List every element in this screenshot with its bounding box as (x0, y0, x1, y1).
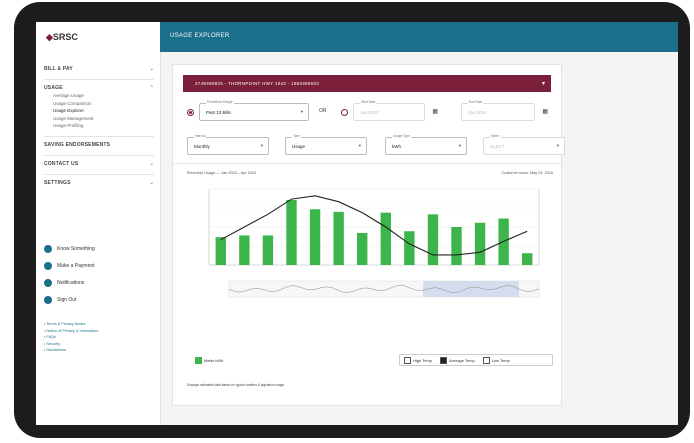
checkbox-icon (404, 356, 411, 364)
calendar-icon[interactable]: ▦ (542, 108, 548, 115)
app-screen: ◆SRSC BILL & PAY ⌄ USAGE ⌃ Average Usage U… (36, 22, 678, 425)
info-icon (44, 244, 52, 253)
sidebar-subitem-average-usage[interactable]: Average Usage (44, 93, 154, 101)
legend-average-temp[interactable]: Average Temp (440, 356, 475, 364)
bar (474, 222, 486, 265)
calendar-icon[interactable]: ▦ (432, 108, 438, 115)
sign-out-icon (44, 295, 52, 304)
bar (286, 199, 297, 265)
bar (522, 253, 533, 265)
predefined-range-select[interactable]: Predefined Range Past 13 Bills ▾ (199, 100, 309, 121)
temperature-legend: High Temp Average Temp Low Temp (399, 354, 553, 366)
sidebar-subitem-usage-comparison[interactable]: Usage Comparison (44, 101, 154, 109)
bar (239, 235, 250, 265)
link-disclaimers[interactable]: • Disclaimers (44, 348, 99, 355)
bar (404, 231, 415, 265)
range-radio[interactable] (187, 109, 194, 116)
sidebar-links: • Terms & Privacy Notice • Notice of Pri… (44, 322, 99, 355)
chevron-down-icon: ▾ (260, 143, 263, 148)
end-date-field[interactable]: End Date Jan 2024 ▦ (461, 100, 548, 121)
usage-type-select[interactable]: Usage Type kWh ▾ (385, 134, 467, 155)
checkbox-icon (482, 356, 490, 364)
range-navigator-selection (423, 281, 519, 297)
legend-high-temp[interactable]: High Temp (404, 356, 432, 364)
sidebar: ◆SRSC BILL & PAY ⌄ USAGE ⌃ Average Usage U… (36, 22, 161, 425)
legend-low-temp[interactable]: Low Temp (482, 356, 510, 364)
account-label: 2749490825 - THORNPOINT HWY 1042 - 19834… (195, 81, 320, 86)
sidebar-actions: Know Something Make a Payment Notificati… (44, 240, 95, 308)
type-select[interactable]: Type Usage ▾ (285, 134, 367, 155)
bar (333, 211, 344, 265)
sidebar-subitem-usage-profiling[interactable]: Usage Profiling (44, 123, 154, 131)
bar (380, 212, 391, 265)
chart-subtitle: Electricity Usage — Jan 2023 – Apr 2024 (187, 171, 257, 175)
chevron-down-icon: ⌄ (149, 160, 154, 167)
sidebar-item-usage[interactable]: USAGE ⌃ (44, 85, 154, 93)
checkbox-icon (195, 356, 202, 364)
chevron-down-icon: ⌄ (149, 179, 154, 186)
sidebar-subitem-usage-explorer[interactable]: Usage Explorer (44, 108, 154, 116)
page-header: USAGE EXPLORER (160, 22, 678, 52)
chevron-up-icon: ⌃ (149, 85, 154, 91)
bar (215, 237, 226, 265)
notifications-button[interactable]: Notifications (44, 274, 95, 291)
page-title: USAGE EXPLORER (170, 33, 230, 39)
bar (262, 235, 274, 265)
divider (44, 135, 154, 137)
sidebar-item-contact[interactable]: CONTACT US ⌄ (44, 161, 154, 169)
chevron-down-icon: ▾ (556, 143, 559, 148)
checkbox-icon (440, 356, 448, 364)
meter-legend: Meter kWh (191, 355, 255, 365)
bar (427, 214, 439, 265)
chevron-down-icon: ▾ (458, 143, 461, 148)
chevron-down-icon: ⌄ (149, 66, 154, 72)
bar (309, 209, 321, 265)
start-date-field[interactable]: Start Date Jan 2023 ▦ (353, 100, 438, 121)
know-something-button[interactable]: Know Something (44, 240, 95, 257)
caret-down-icon: ▾ (541, 81, 545, 87)
bell-icon (44, 278, 52, 287)
divider (173, 163, 561, 164)
sidebar-item-bill-pay[interactable]: BILL & PAY ⌄ (44, 66, 154, 74)
sidebar-item-settings[interactable]: SETTINGS ⌄ (44, 180, 154, 188)
sidebar-subitem-usage-management[interactable]: Usage Management (44, 116, 154, 124)
usage-card: 2749490825 - THORNPOINT HWY 1042 - 19834… (172, 64, 565, 406)
account-selector[interactable]: 2749490825 - THORNPOINT HWY 1042 - 19834… (183, 75, 551, 92)
bar (451, 227, 462, 265)
interval-select[interactable]: Interval Monthly ▾ (187, 134, 269, 155)
usage-chart[interactable] (183, 181, 555, 331)
legend-meter[interactable]: Meter kWh (195, 356, 223, 364)
payment-icon (44, 261, 52, 270)
sign-out-button[interactable]: Sign Out (44, 291, 95, 308)
chevron-down-icon: ▾ (300, 109, 303, 114)
sidebar-item-saving[interactable]: SAVING ENDORSEMENTS (44, 142, 154, 150)
or-label: OR (319, 108, 327, 114)
sidebar-menu: BILL & PAY ⌄ USAGE ⌃ Average Usage Usage C… (44, 66, 154, 188)
customer-since: Customer since: May 24, 2016 (501, 171, 554, 175)
logo: ◆SRSC (46, 32, 78, 42)
meter-select[interactable]: Meter ELECT ▾ (483, 134, 565, 155)
divider (44, 173, 154, 175)
divider (44, 154, 154, 156)
make-payment-button[interactable]: Make a Payment (44, 257, 95, 274)
divider (44, 79, 154, 80)
chevron-down-icon: ▾ (358, 143, 361, 148)
date-range-radio[interactable] (341, 109, 348, 116)
footnote: Displays estimated data based on typical… (187, 383, 285, 387)
bar (357, 232, 368, 265)
tablet-frame: ◆SRSC BILL & PAY ⌄ USAGE ⌃ Average Usage U… (14, 2, 690, 438)
